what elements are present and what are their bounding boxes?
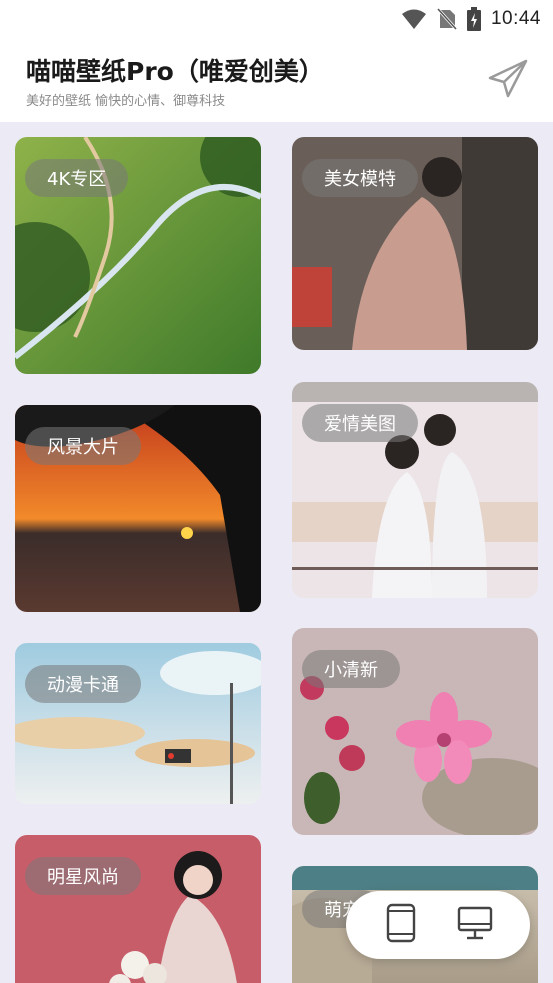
- device-switcher: [346, 891, 530, 959]
- category-card-models[interactable]: 美女模特: [292, 137, 538, 350]
- desktop-wallpaper-button[interactable]: [451, 901, 499, 949]
- battery-charging-icon: [466, 7, 481, 31]
- category-card-love[interactable]: 爱情美图: [292, 382, 538, 598]
- app-subtitle: 美好的壁纸 愉快的心情、御尊科技: [26, 94, 226, 109]
- phone-icon: [386, 903, 416, 947]
- category-card-fresh[interactable]: 小清新: [292, 628, 538, 835]
- category-label: 小清新: [302, 650, 400, 688]
- wifi-icon: [401, 8, 427, 30]
- phone-wallpaper-button[interactable]: [377, 901, 425, 949]
- category-card-4k[interactable]: 4K专区: [15, 137, 261, 374]
- category-label: 风景大片: [25, 427, 141, 465]
- category-card-celebrity[interactable]: 明星风尚: [15, 835, 261, 983]
- share-button[interactable]: [484, 56, 532, 104]
- category-card-anime[interactable]: 动漫卡通: [15, 643, 261, 804]
- category-card-scenery[interactable]: 风景大片: [15, 405, 261, 612]
- desktop-monitor-icon: [457, 906, 493, 944]
- category-label: 明星风尚: [25, 857, 141, 895]
- paper-plane-icon: [486, 56, 530, 104]
- status-bar: 10:44: [0, 0, 553, 38]
- category-grid: 4K专区 美女模特 风景大片 爱情美图 动漫卡通 小清新 明星风尚 萌宠: [0, 122, 553, 983]
- status-time: 10:44: [490, 8, 541, 29]
- app-title: 喵喵壁纸Pro（唯爱创美）: [26, 57, 324, 86]
- category-label: 爱情美图: [302, 404, 418, 442]
- category-label: 美女模特: [302, 159, 418, 197]
- no-sim-icon: [436, 8, 457, 30]
- category-label: 4K专区: [25, 159, 129, 197]
- category-label: 动漫卡通: [25, 665, 141, 703]
- app-header: 喵喵壁纸Pro（唯爱创美） 美好的壁纸 愉快的心情、御尊科技: [0, 38, 553, 122]
